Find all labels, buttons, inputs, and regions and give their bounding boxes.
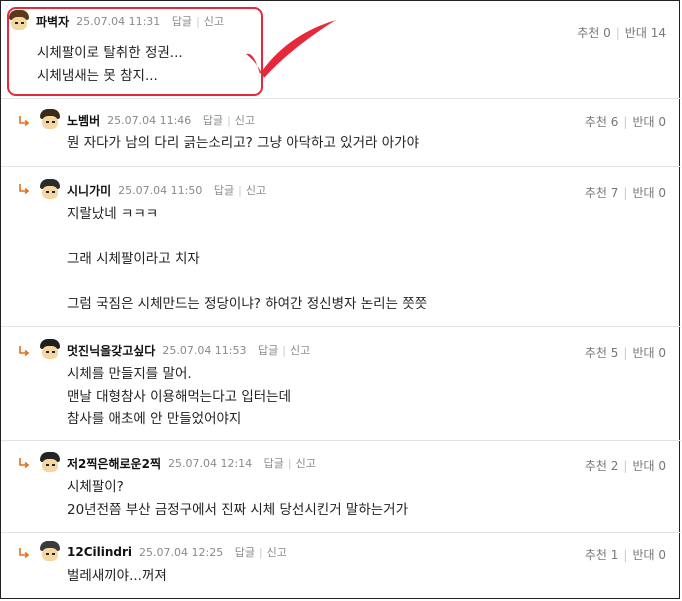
report-link[interactable]: 신고 [246, 182, 266, 198]
avatar [39, 179, 61, 201]
upvote-button[interactable]: 추천 7 [585, 186, 619, 200]
divider: | [282, 343, 286, 357]
divider: | [258, 545, 263, 559]
vote-counts: 추천 2 | 반대 0 [584, 459, 666, 473]
reply-arrow-icon [19, 458, 29, 468]
upvote-count: 1 [610, 548, 619, 562]
comment-date: 25.07.04 12:25 [139, 545, 224, 559]
comment-header: 시니가미 25.07.04 11:50 답글 | 신고 [39, 179, 266, 201]
reply-arrow-icon [19, 346, 29, 356]
comment-date: 25.07.04 12:14 [167, 456, 253, 470]
comment-header: 저2찍은해로운2찍 25.07.04 12:14 답글 | 신고 [39, 452, 316, 474]
report-link[interactable]: 신고 [267, 544, 287, 560]
comment-text: 뭔 자다가 남의 다리 긁는소리고? 그냥 아닥하고 있거라 아가야 [67, 135, 419, 151]
downvote-button[interactable]: 반대 0 [632, 459, 666, 473]
downvote-count: 0 [658, 186, 666, 200]
downvote-count: 0 [658, 115, 666, 129]
reply-link[interactable]: 답글 [203, 112, 223, 128]
avatar [39, 452, 61, 474]
upvote-count: 0 [603, 26, 611, 40]
reply-link[interactable]: 답글 [235, 544, 255, 560]
comment-item: 노벰버 25.07.04 11:46 답글 | 신고 뭔 자다가 남의 다리 긁… [1, 99, 681, 167]
divider: | [238, 183, 242, 197]
downvote-count: 0 [658, 346, 666, 360]
upvote-count: 5 [610, 346, 619, 360]
downvote-button[interactable]: 반대 0 [632, 115, 666, 129]
avatar [39, 339, 61, 361]
upvote-count: 2 [610, 459, 619, 473]
comment-item: 시니가미 25.07.04 11:50 답글 | 신고 지랄났네 ㅋㅋㅋ 그래 … [1, 167, 681, 327]
comment-item: 12Cilindri 25.07.04 12:25 답글 | 신고 벌레새끼야.… [1, 533, 681, 597]
upvote-button[interactable]: 추천 6 [585, 115, 619, 129]
comment-date: 25.07.04 11:50 [118, 183, 203, 197]
vote-counts: 추천 7 | 반대 0 [584, 186, 666, 200]
comment-header: 12Cilindri 25.07.04 12:25 답글 | 신고 [39, 541, 287, 563]
comment-header: 노벰버 25.07.04 11:46 답글 | 신고 [39, 109, 255, 131]
reply-link[interactable]: 답글 [214, 182, 234, 198]
divider: | [287, 456, 292, 470]
upvote-button[interactable]: 추천 5 [585, 346, 619, 360]
reply-arrow-icon [19, 184, 29, 194]
vote-counts: 추천 5 | 반대 0 [584, 346, 666, 360]
downvote-button[interactable]: 반대 0 [632, 346, 666, 360]
author-nickname[interactable]: 멋진닉을갖고싶다 [67, 342, 155, 359]
author-nickname[interactable]: 시니가미 [67, 182, 111, 199]
avatar [39, 109, 61, 131]
author-nickname[interactable]: 12Cilindri [67, 545, 132, 559]
vote-counts: 추천 6 | 반대 0 [584, 115, 666, 129]
comment-text: 벌레새끼야...꺼져 [67, 568, 167, 584]
downvote-button[interactable]: 반대 14 [625, 26, 666, 40]
reply-link[interactable]: 답글 [258, 342, 278, 358]
author-nickname[interactable]: 노벰버 [67, 112, 100, 129]
upvote-button[interactable]: 추천 2 [585, 459, 619, 473]
upvote-count: 7 [610, 186, 619, 200]
comment-date: 25.07.04 11:53 [162, 343, 247, 357]
author-nickname[interactable]: 저2찍은해로운2찍 [67, 455, 161, 472]
report-link[interactable]: 신고 [296, 455, 316, 471]
reply-arrow-icon [19, 548, 29, 558]
reply-arrow-icon [19, 116, 29, 126]
checkmark-icon [246, 20, 336, 78]
comment-item: 멋진닉을갖고싶다 25.07.04 11:53 답글 | 신고 시체를 만들지를… [1, 327, 681, 441]
comment-text: 시체팔이? 20년전쯤 부산 금정구에서 진짜 시체 당선시킨거 말하는거가 [67, 479, 409, 518]
downvote-button[interactable]: 반대 0 [632, 548, 666, 562]
upvote-button[interactable]: 추천 0 [577, 26, 611, 40]
comment-header: 멋진닉을갖고싶다 25.07.04 11:53 답글 | 신고 [39, 339, 310, 361]
highlight-box [7, 7, 263, 96]
comment-text: 지랄났네 ㅋㅋㅋ 그래 시체팔이라고 치자 그럼 국짐은 시체만드는 정당이냐?… [67, 206, 428, 312]
avatar [39, 541, 61, 563]
upvote-button[interactable]: 추천 1 [585, 548, 619, 562]
vote-counts: 추천 1 | 반대 0 [584, 548, 666, 562]
report-link[interactable]: 신고 [290, 342, 310, 358]
report-link[interactable]: 신고 [235, 112, 255, 128]
comment-text: 시체를 만들지를 말어. 맨날 대형참사 이용해먹는다고 입터는데 참사를 애초… [67, 366, 292, 427]
divider: | [227, 113, 231, 127]
comment-item: 저2찍은해로운2찍 25.07.04 12:14 답글 | 신고 시체팔이? 2… [1, 441, 681, 533]
reply-link[interactable]: 답글 [264, 455, 284, 471]
downvote-count: 0 [658, 548, 666, 562]
downvote-button[interactable]: 반대 0 [632, 186, 666, 200]
downvote-count: 0 [658, 459, 666, 473]
vote-counts: 추천 0 | 반대 14 [577, 26, 666, 40]
comment-date: 25.07.04 11:46 [107, 113, 192, 127]
upvote-count: 6 [610, 115, 619, 129]
downvote-count: 14 [650, 26, 666, 40]
